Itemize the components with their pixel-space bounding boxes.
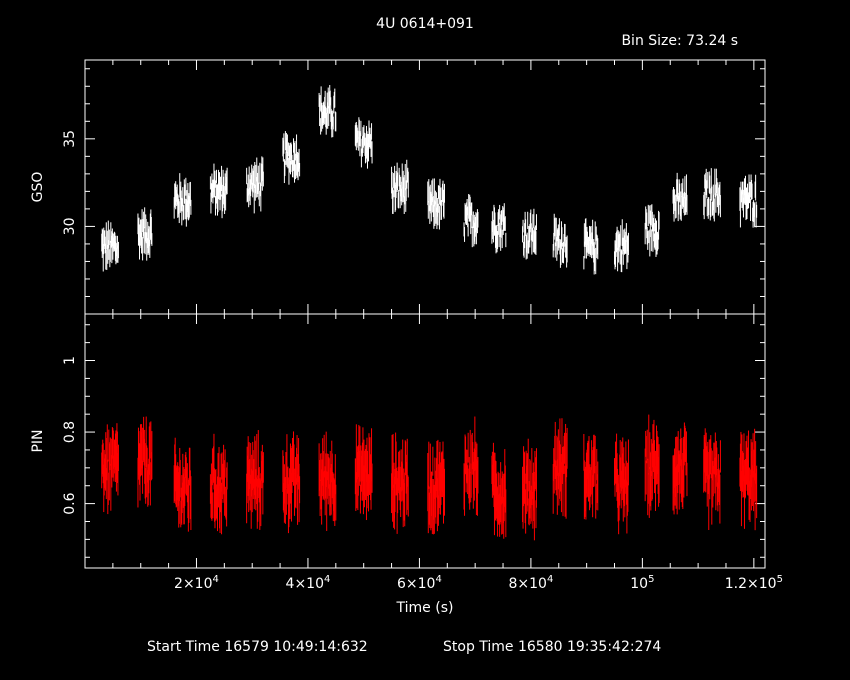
light-curve-chart: 4U 0614+091 Bin Size: 73.24 s GSO PIN Ti… [0, 0, 850, 680]
bin-size-label: Bin Size: 73.24 s [621, 33, 738, 49]
y-tick-label: 30 [62, 217, 78, 235]
pin-axis-label: PIN [30, 429, 46, 452]
y-tick-label: 35 [62, 130, 78, 148]
stop-time-label: Stop Time 16580 19:35:42:274 [443, 639, 661, 655]
x-tick-label: 8×104 [508, 574, 553, 592]
start-time-label: Start Time 16579 10:49:14:632 [147, 639, 368, 655]
x-tick-label: 4×104 [286, 574, 331, 592]
y-tick-label: 0.8 [62, 421, 78, 443]
x-tick-label: 6×104 [397, 574, 442, 592]
x-tick-label: 2×104 [174, 574, 219, 592]
gso-axis-label: GSO [30, 172, 46, 203]
chart-title: 4U 0614+091 [376, 16, 474, 32]
x-tick-label: 1.2×105 [725, 574, 783, 592]
y-tick-label: 0.6 [62, 492, 78, 514]
y-tick-label: 1 [62, 356, 78, 365]
x-axis-label: Time (s) [396, 600, 454, 616]
